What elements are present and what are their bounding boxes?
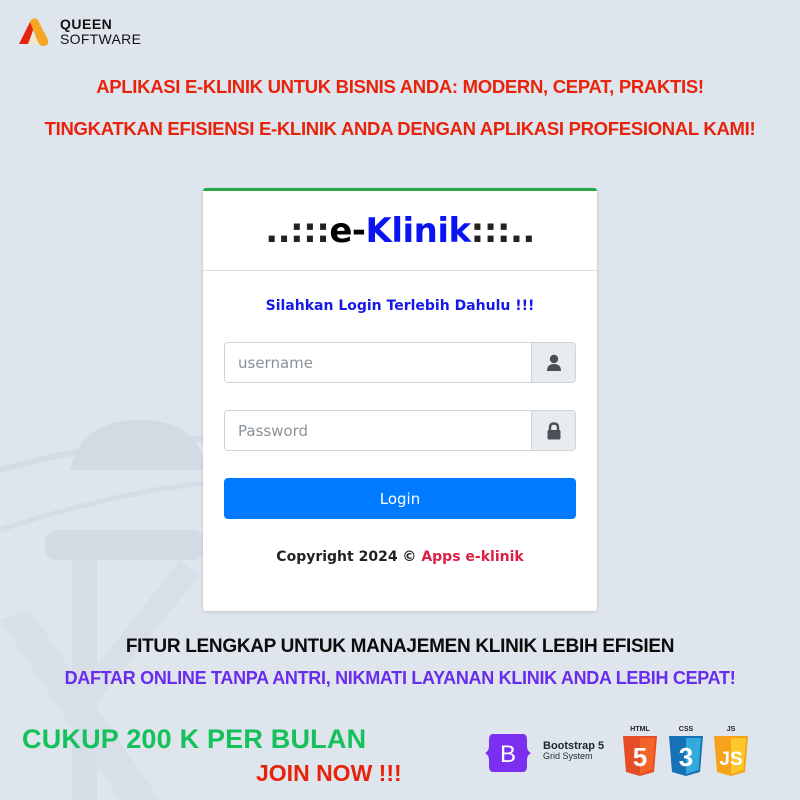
- html-glyph: 5: [633, 742, 647, 772]
- login-button[interactable]: Login: [224, 478, 576, 519]
- user-icon: [546, 354, 561, 371]
- js-label: JS: [726, 726, 736, 733]
- html5-badge: HTML 5: [622, 726, 658, 777]
- password-addon: [531, 411, 575, 450]
- js-glyph: JS: [719, 749, 742, 770]
- html-label: HTML: [630, 726, 650, 733]
- bootstrap-logo-icon: B: [485, 734, 531, 772]
- copyright-app-link[interactable]: Apps e-klinik: [421, 549, 523, 565]
- brand-name-line2: SOFTWARE: [60, 31, 142, 47]
- title-klinik: Klinik: [365, 210, 472, 251]
- js-shield-icon: JS: [714, 736, 748, 776]
- bootstrap-sub: Grid System: [543, 751, 593, 762]
- copyright: Copyright 2024 © Apps e-klinik: [224, 549, 576, 565]
- css-glyph: 3: [679, 742, 693, 772]
- password-input[interactable]: [225, 411, 531, 450]
- copyright-prefix: Copyright 2024 ©: [276, 549, 417, 565]
- join-now-cta: JOIN NOW !!!: [256, 760, 402, 786]
- login-card: ..::: e- Klinik:::.. Silahkan Login Terleb…: [203, 188, 597, 611]
- username-input[interactable]: [225, 343, 531, 382]
- headline-primary: APLIKASI E-KLINIK UNTUK BISNIS ANDA: MOD…: [96, 76, 704, 97]
- brand-name-line1: QUEEN: [60, 15, 113, 32]
- login-message: Silahkan Login Terlebih Dahulu !!!: [265, 298, 535, 314]
- price-text: CUKUP 200 K PER BULAN: [22, 724, 367, 754]
- username-addon: [531, 343, 575, 382]
- js-badge: JS JS: [713, 726, 749, 777]
- brand: QUEEN SOFTWARE: [16, 16, 141, 48]
- bootstrap-glyph: B: [500, 741, 516, 768]
- headline-secondary: TINGKATKAN EFISIENSI E-KLINIK ANDA DENGA…: [44, 118, 756, 139]
- a-shape-logo-icon: [19, 18, 49, 46]
- title-suffix-dots: :::..: [470, 210, 536, 251]
- feature-title: FITUR LENGKAP UNTUK MANAJEMEN KLINIK LEB…: [125, 636, 675, 657]
- username-group: [224, 342, 576, 383]
- password-group: [224, 410, 576, 451]
- css3-shield-icon: 3: [669, 736, 703, 776]
- feature-subtitle: DAFTAR ONLINE TANPA ANTRI, NIKMATI LAYAN…: [64, 668, 736, 688]
- login-card-header: ..::: e- Klinik:::..: [203, 191, 597, 271]
- title-prefix-dots: ..:::: [265, 210, 330, 251]
- html5-shield-icon: 5: [623, 736, 657, 776]
- lock-icon: [547, 421, 560, 439]
- css3-badge: CSS 3: [668, 726, 704, 777]
- bootstrap-label: Bootstrap 5 Grid System: [543, 740, 604, 762]
- css-label: CSS: [678, 726, 694, 733]
- title-e: e-: [329, 210, 366, 251]
